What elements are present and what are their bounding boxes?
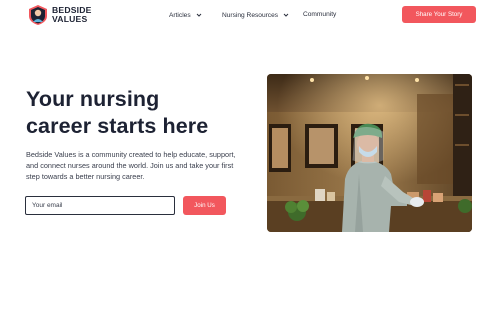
hero-title-line1: Your nursing [26, 87, 160, 111]
brand-name-line2: VALUES [52, 14, 88, 24]
hero-title: Your nursing career starts here [26, 86, 208, 140]
nav-articles-label: Articles [169, 11, 191, 19]
nav-community[interactable]: Community [303, 11, 336, 18]
hero-photo-illustration [267, 74, 472, 232]
nav-nursing-resources[interactable]: Nursing Resources [222, 11, 290, 19]
nurse-in-ppe-photo [267, 74, 472, 232]
chevron-down-icon [196, 13, 201, 17]
share-your-story-button[interactable]: Share Your Story [402, 6, 476, 23]
chevron-down-icon [283, 13, 289, 17]
site-header: BEDSIDE VALUES Articles Nursing Resource… [0, 0, 500, 30]
brand-logo[interactable]: BEDSIDE VALUES [27, 4, 92, 26]
hero-description: Bedside Values is a community created to… [26, 150, 236, 182]
join-us-button[interactable]: Join Us [183, 196, 226, 215]
nav-community-label: Community [303, 11, 337, 18]
email-input[interactable] [25, 196, 175, 215]
brand-name: BEDSIDE VALUES [52, 6, 92, 24]
nav-resources-label: Nursing Resources [222, 11, 279, 19]
nav-articles[interactable]: Articles [169, 11, 203, 19]
nurse-logo-icon [29, 5, 47, 25]
hero-title-line2: career starts here [26, 114, 209, 138]
